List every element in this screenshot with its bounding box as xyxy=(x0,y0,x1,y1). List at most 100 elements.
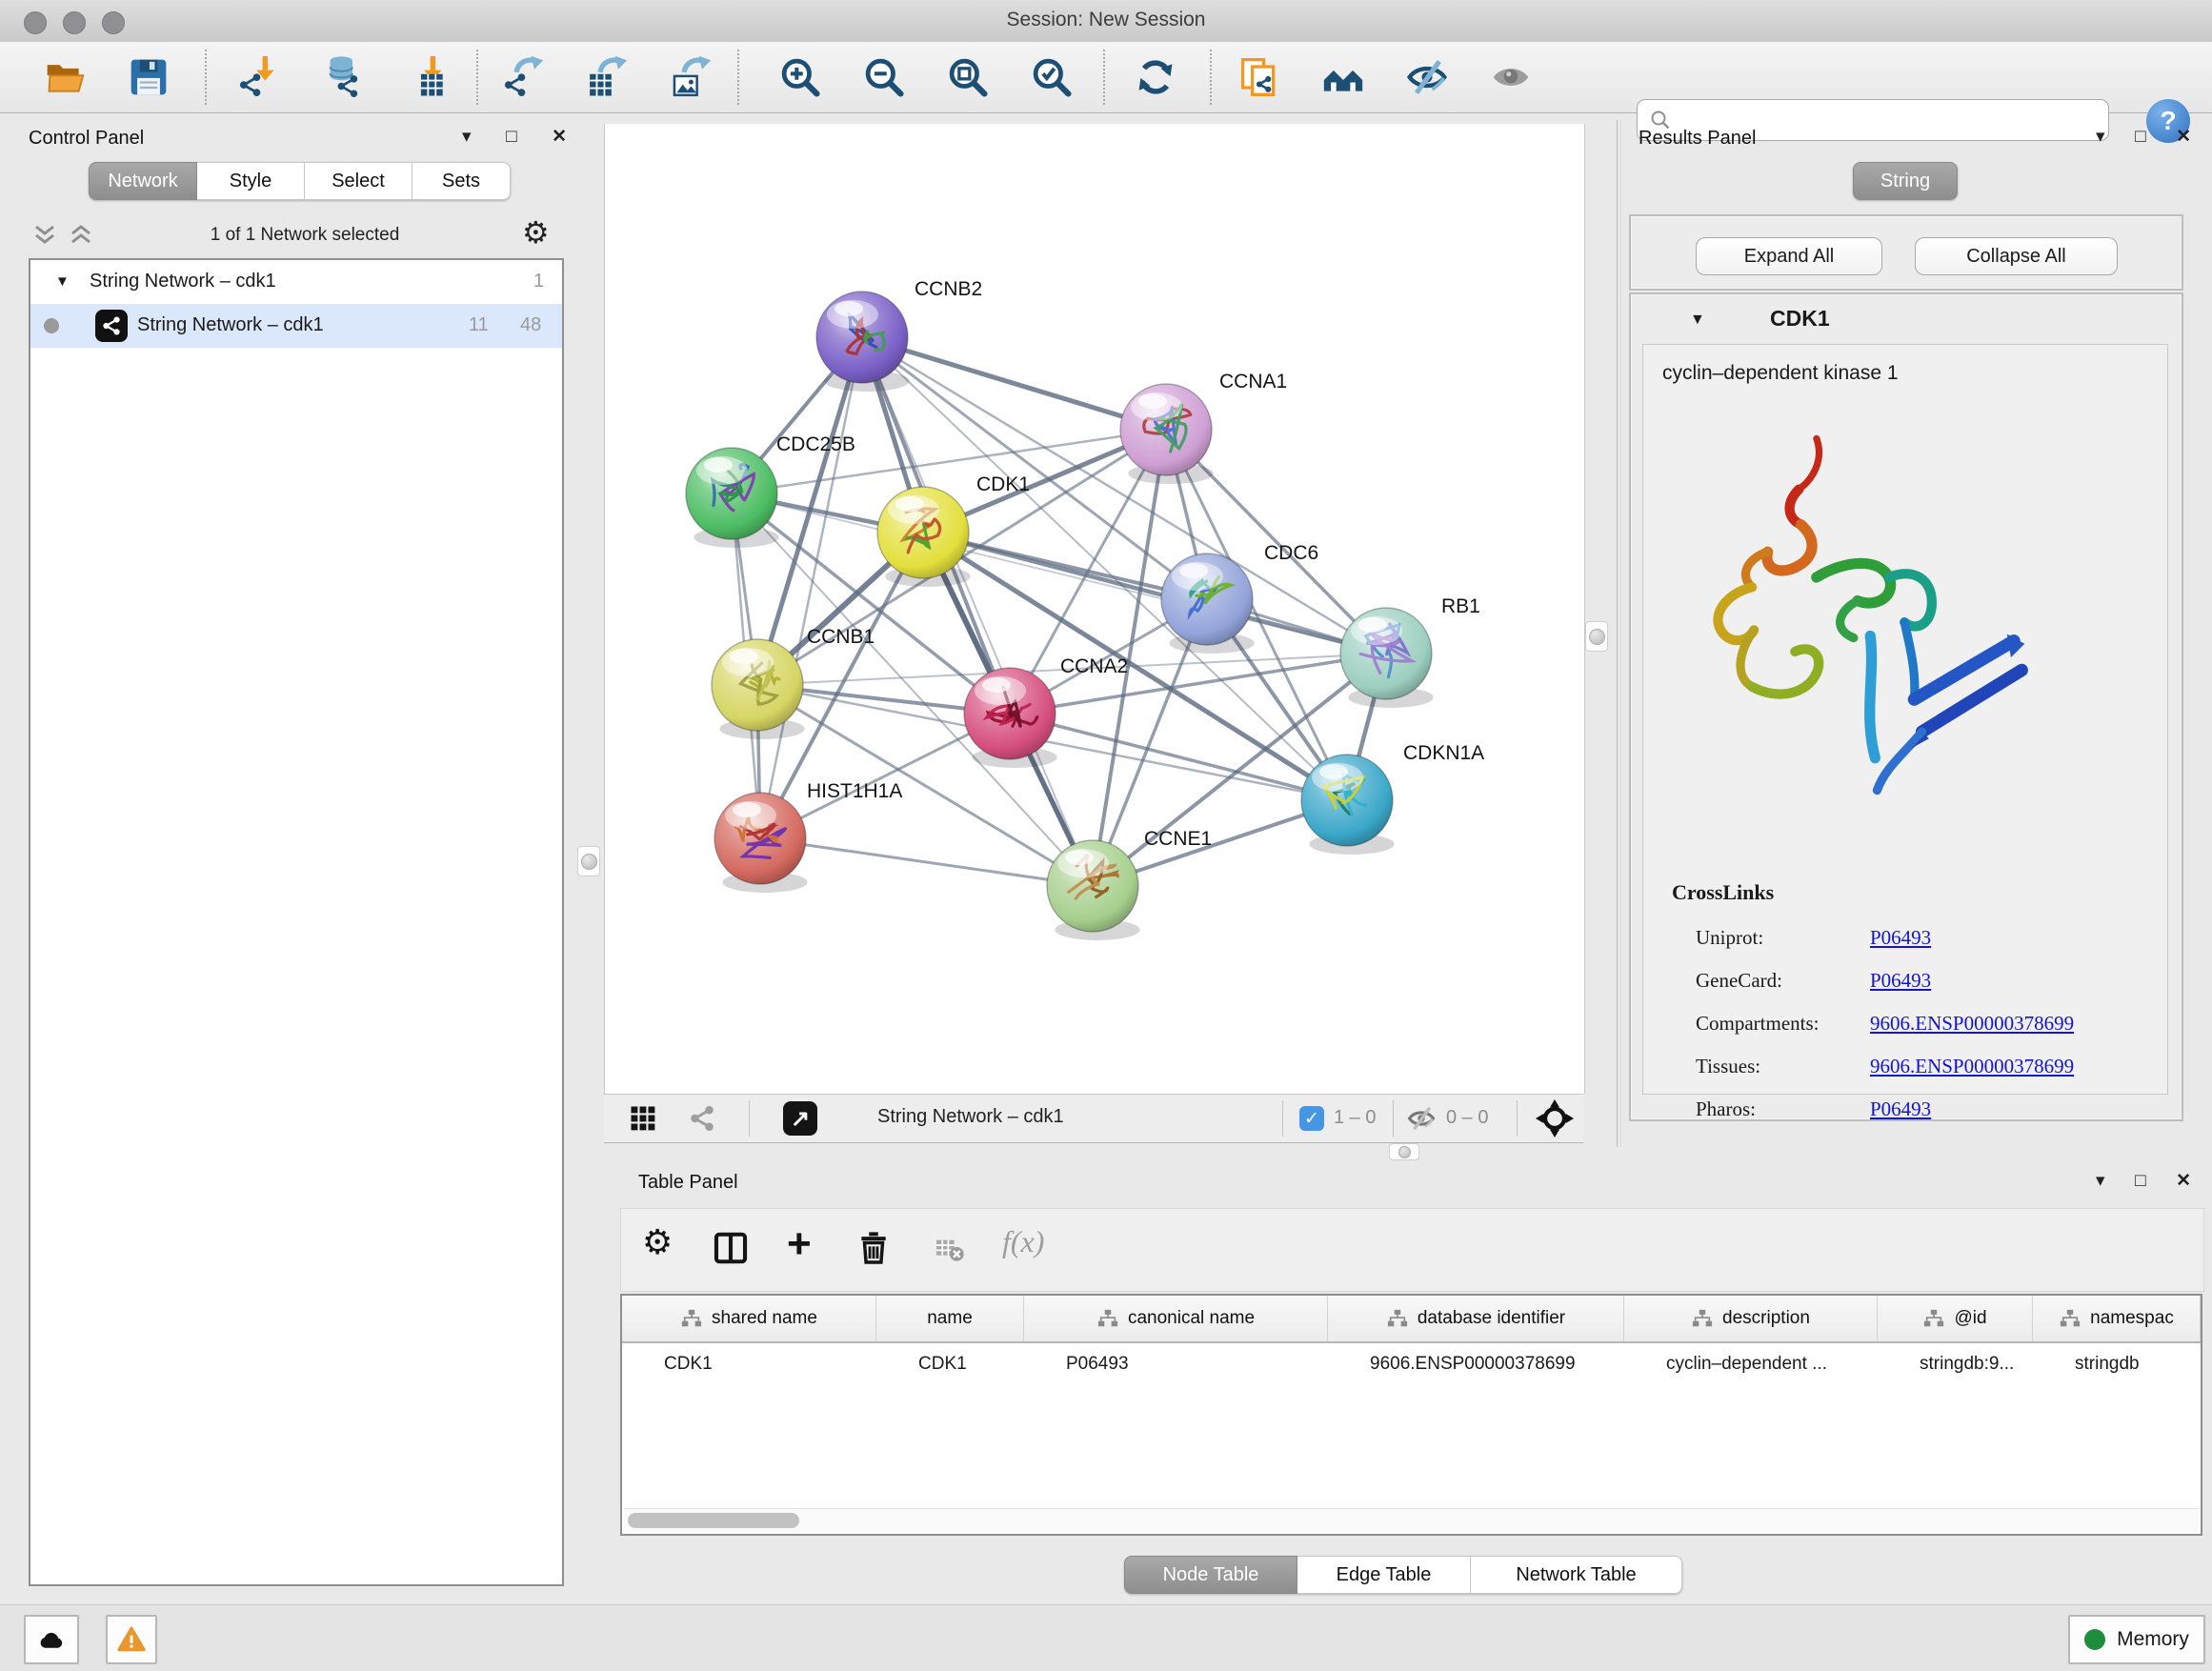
tab-string[interactable]: String xyxy=(1853,162,1958,200)
birds-eye-view-button[interactable]: ↗ xyxy=(783,1101,817,1136)
tab-select[interactable]: Select xyxy=(305,162,412,200)
grid-view-icon[interactable] xyxy=(629,1104,657,1133)
panel-menu-icon[interactable]: ▾ xyxy=(462,128,472,146)
compartments-link[interactable]: 9606.ENSP00000378699 xyxy=(1870,1012,2074,1035)
network-node-cdc6[interactable] xyxy=(1161,554,1255,654)
table-cell[interactable]: CDK1 xyxy=(622,1354,876,1375)
column-header-canonical-name[interactable]: canonical name xyxy=(1024,1296,1328,1341)
collapse-all-icon[interactable] xyxy=(32,223,57,246)
close-panel-icon[interactable]: ✕ xyxy=(552,128,567,146)
network-edge[interactable] xyxy=(862,337,1093,886)
entry-gene-name: CDK1 xyxy=(1770,306,1830,332)
bottom-splitter-handle[interactable] xyxy=(1389,1143,1419,1160)
zoom-in-button[interactable] xyxy=(777,54,823,100)
close-panel-icon[interactable]: ✕ xyxy=(2176,1172,2191,1190)
tissues-link[interactable]: 9606.ENSP00000378699 xyxy=(1870,1055,2074,1077)
network-node-cdc25b[interactable] xyxy=(686,448,779,548)
uniprot-link[interactable]: P06493 xyxy=(1870,926,1931,949)
tab-node-table[interactable]: Node Table xyxy=(1124,1556,1297,1594)
float-panel-icon[interactable]: □ xyxy=(2135,1172,2145,1190)
show-all-button[interactable] xyxy=(1488,54,1534,100)
scrollbar-thumb[interactable] xyxy=(628,1513,799,1528)
import-table-from-file-button[interactable] xyxy=(403,54,449,100)
right-splitter-handle[interactable] xyxy=(1585,621,1608,652)
table-options-gear-icon[interactable]: ⚙ xyxy=(642,1226,673,1260)
crosshair-icon[interactable] xyxy=(1536,1099,1574,1137)
genecard-link[interactable]: P06493 xyxy=(1870,969,1931,992)
close-panel-icon[interactable]: ✕ xyxy=(2176,128,2191,146)
tab-style[interactable]: Style xyxy=(197,162,305,200)
network-overview-share-icon[interactable] xyxy=(688,1104,716,1133)
first-neighbors-button[interactable] xyxy=(1320,54,1366,100)
cloud-status-button[interactable] xyxy=(24,1615,79,1664)
hide-selected-button[interactable] xyxy=(1404,54,1450,100)
network-options-gear-icon[interactable]: ⚙ xyxy=(522,217,550,248)
left-splitter-handle[interactable] xyxy=(577,846,600,876)
network-node-cdk1[interactable] xyxy=(877,487,971,587)
network-edge[interactable] xyxy=(760,838,1093,886)
export-image-button[interactable] xyxy=(668,54,714,100)
column-header-database-identifier[interactable]: database identifier xyxy=(1328,1296,1624,1341)
tree-expander-icon[interactable]: ▼ xyxy=(55,273,70,290)
collapse-all-button[interactable]: Collapse All xyxy=(1915,237,2118,275)
arrow-up-right-icon: ↗ xyxy=(791,1105,810,1133)
expand-all-button[interactable]: Expand All xyxy=(1696,237,1882,275)
warnings-button[interactable] xyxy=(106,1615,157,1664)
show-columns-icon[interactable] xyxy=(713,1230,749,1266)
table-cell[interactable]: P06493 xyxy=(1024,1354,1328,1375)
network-node-ccna1[interactable] xyxy=(1120,384,1214,484)
tab-sets[interactable]: Sets xyxy=(412,162,511,200)
table-cell[interactable]: stringdb:9... xyxy=(1878,1354,2033,1375)
network-row-selected[interactable]: String Network – cdk1 11 48 xyxy=(30,304,562,348)
refresh-view-button[interactable] xyxy=(1133,54,1178,100)
save-session-button[interactable] xyxy=(126,54,171,100)
network-node-ccna2[interactable] xyxy=(964,668,1057,768)
panel-menu-icon[interactable]: ▾ xyxy=(2096,128,2105,146)
network-node-ccne1[interactable] xyxy=(1047,840,1140,940)
float-panel-icon[interactable]: □ xyxy=(506,128,516,146)
zoom-out-button[interactable] xyxy=(861,54,907,100)
column-header-name[interactable]: name xyxy=(876,1296,1024,1341)
column-header-namespac[interactable]: namespac xyxy=(2033,1296,2201,1341)
table-row[interactable]: CDK1CDK1P064939606.ENSP00000378699cyclin… xyxy=(622,1343,2201,1385)
table-horizontal-scrollbar[interactable] xyxy=(624,1508,2199,1532)
tab-network[interactable]: Network xyxy=(89,162,197,200)
network-canvas[interactable]: CCNB2CCNA1CDC25BCDK1CDC6RB1CCNB1CCNA2CDK… xyxy=(604,124,1585,1094)
network-node-ccnb2[interactable] xyxy=(816,292,910,392)
table-cell[interactable]: stringdb xyxy=(2033,1354,2201,1375)
network-edge[interactable] xyxy=(760,337,862,838)
zoom-fit-button[interactable] xyxy=(945,54,991,100)
table-panel-header-icons: ▾ □ ✕ xyxy=(2096,1172,2191,1190)
memory-status-button[interactable]: Memory xyxy=(2068,1615,2205,1664)
pharos-link[interactable]: P06493 xyxy=(1870,1097,1931,1120)
import-network-from-database-button[interactable] xyxy=(319,54,365,100)
entry-expander-icon[interactable]: ▼ xyxy=(1690,312,1705,329)
tab-network-table[interactable]: Network Table xyxy=(1471,1556,1682,1594)
open-session-button[interactable] xyxy=(42,54,88,100)
tab-edge-table[interactable]: Edge Table xyxy=(1297,1556,1471,1594)
zoom-selected-button[interactable] xyxy=(1029,54,1075,100)
column-header-description[interactable]: description xyxy=(1624,1296,1878,1341)
panel-menu-icon[interactable]: ▾ xyxy=(2096,1172,2105,1190)
column-header--id[interactable]: @id xyxy=(1878,1296,2033,1341)
delete-column-trash-icon[interactable] xyxy=(855,1230,892,1266)
table-cell[interactable]: 9606.ENSP00000378699 xyxy=(1328,1354,1624,1375)
network-node-hist1h1a[interactable] xyxy=(714,793,808,893)
selected-indicator-checkbox[interactable]: ✓ xyxy=(1299,1106,1324,1131)
export-table-button[interactable] xyxy=(584,54,630,100)
network-status-dot xyxy=(44,318,59,333)
clone-network-button[interactable] xyxy=(1237,54,1282,100)
network-node-rb1[interactable] xyxy=(1340,608,1434,708)
table-cell[interactable]: CDK1 xyxy=(876,1354,1024,1375)
network-node-cdkn1a[interactable] xyxy=(1301,755,1395,855)
export-network-button[interactable] xyxy=(500,54,546,100)
table-cell[interactable]: cyclin–dependent ... xyxy=(1624,1354,1878,1375)
network-graph[interactable]: CCNB2CCNA1CDC25BCDK1CDC6RB1CCNB1CCNA2CDK… xyxy=(605,124,1584,1094)
float-panel-icon[interactable]: □ xyxy=(2135,128,2145,146)
add-column-plus-icon[interactable]: + xyxy=(787,1220,812,1268)
network-node-ccnb1[interactable] xyxy=(712,639,805,739)
column-header-shared-name[interactable]: shared name xyxy=(622,1296,876,1341)
import-network-from-file-button[interactable] xyxy=(235,54,281,100)
expand-all-icon[interactable] xyxy=(69,223,93,246)
network-collection-row[interactable]: ▼ String Network – cdk1 1 xyxy=(30,260,562,304)
